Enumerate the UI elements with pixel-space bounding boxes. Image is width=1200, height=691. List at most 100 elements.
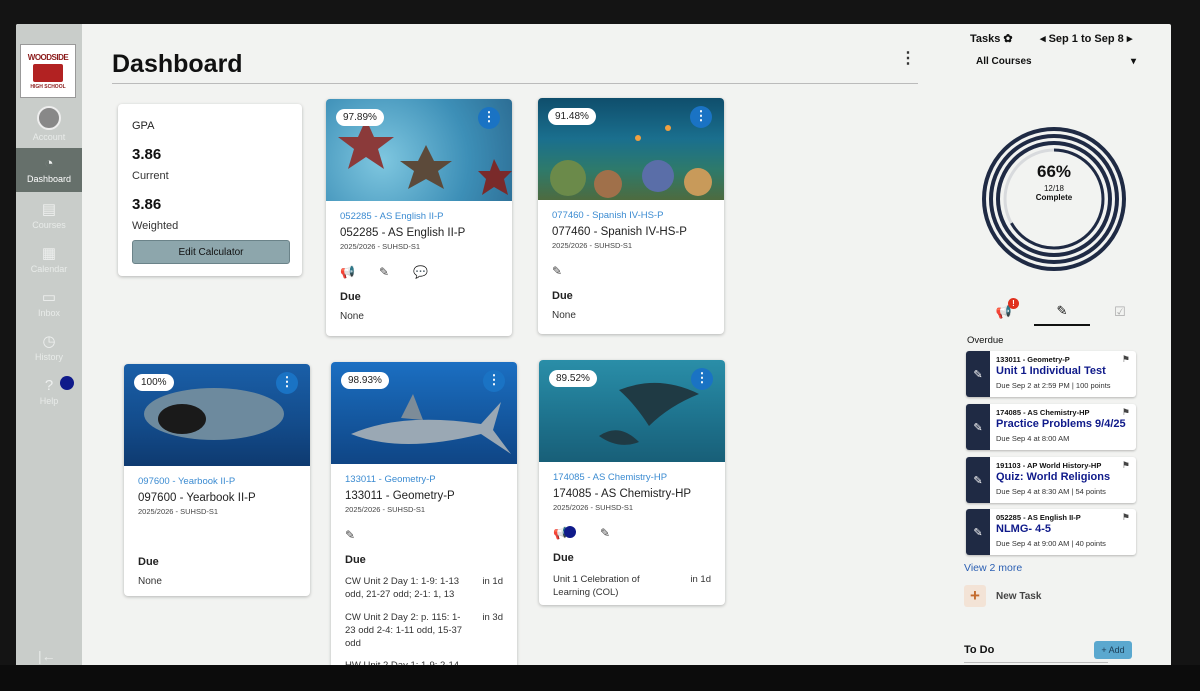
due-task[interactable]: CW Unit 2 Day 1: 1-9: 1-13 odd, 21-27 od…: [345, 575, 503, 602]
collapse-nav-icon[interactable]: |←: [38, 648, 56, 664]
due-label: Due: [552, 290, 573, 302]
help-notification-dot: [60, 376, 74, 390]
week-selector[interactable]: ◂ Sep 1 to Sep 8 ▸: [1040, 32, 1132, 45]
task-course: 052285 - AS English II-P: [996, 513, 1081, 522]
due-label: Due: [345, 554, 366, 566]
course-menu-icon[interactable]: ⋮: [691, 368, 713, 390]
course-menu-icon[interactable]: ⋮: [276, 372, 298, 394]
course-menu-icon[interactable]: ⋮: [483, 370, 505, 392]
title-divider: [112, 83, 918, 84]
dashboard-menu-icon[interactable]: ⋮: [900, 48, 916, 68]
announcement-icon[interactable]: 📢: [340, 265, 355, 279]
course-name: 052285 - AS English II-P: [340, 227, 466, 239]
new-task-label: New Task: [996, 590, 1042, 602]
due-task-title: CW Unit 2 Day 1: 1-9: 1-13 odd, 21-27 od…: [345, 576, 460, 601]
course-grade: 89.52%: [549, 370, 597, 387]
course-card-geometry[interactable]: 98.93% ⋮ 133011 - Geometry-P 133011 - Ge…: [331, 362, 517, 670]
logo-bottom-text: HIGH SCHOOL: [30, 83, 66, 90]
assignment-icon[interactable]: ✎: [552, 264, 562, 278]
course-card-chemistry[interactable]: 89.52% ⋮ 174085 - AS Chemistry-HP 174085…: [539, 360, 725, 605]
left-nav: WOODSIDE HIGH SCHOOL Account ◔ Dashboard…: [16, 24, 82, 670]
due-task[interactable]: CW Unit 2 Day 2: p. 115: 1-23 odd 2-4: 1…: [345, 611, 503, 651]
task-title: Quiz: World Religions: [996, 471, 1111, 483]
nav-help[interactable]: ? Help: [16, 370, 82, 414]
checked-calendar-icon: ☑: [1114, 304, 1126, 319]
course-menu-icon[interactable]: ⋮: [690, 106, 712, 128]
tab-completed[interactable]: ☑: [1092, 298, 1148, 326]
course-image-reef: 91.48% ⋮: [538, 98, 724, 200]
nav-account-label: Account: [32, 132, 66, 142]
school-logo[interactable]: WOODSIDE HIGH SCHOOL: [20, 44, 76, 98]
due-none: None: [340, 311, 364, 322]
progress-summary: 66% 12/18 Complete: [1012, 162, 1096, 202]
flag-icon[interactable]: ⚑: [1122, 512, 1130, 523]
course-card-yearbook[interactable]: 100% ⋮ 097600 - Yearbook II-P 097600 - Y…: [124, 364, 310, 596]
logo-mark: [33, 63, 63, 82]
due-none: None: [138, 576, 162, 587]
tab-assignments[interactable]: ✎: [1034, 298, 1090, 326]
chevron-down-icon: ▾: [1130, 56, 1136, 67]
discussion-icon[interactable]: 💬: [413, 265, 428, 279]
nav-history[interactable]: ◷ History: [16, 326, 82, 370]
view-more-link[interactable]: View 2 more: [964, 562, 1022, 574]
new-task-button[interactable]: + New Task: [964, 584, 1084, 608]
task-due: Due Sep 4 at 8:00 AM: [996, 434, 1070, 443]
monitor-bezel: [0, 665, 1200, 691]
course-link[interactable]: 174085 - AS Chemistry-HP: [553, 472, 711, 483]
tab-badge: !: [1008, 298, 1019, 309]
course-filter-select[interactable]: All Courses ▾: [976, 56, 1136, 67]
nav-inbox[interactable]: ▭ Inbox: [16, 282, 82, 326]
course-card-spanish[interactable]: 91.48% ⋮ 077460 - Spanish IV-HS-P 077460…: [538, 98, 724, 334]
tab-announcements[interactable]: 📢 !: [976, 298, 1032, 326]
todo-title: To Do: [964, 644, 995, 656]
assignment-icon[interactable]: ✎: [600, 526, 610, 540]
edit-calculator-button[interactable]: Edit Calculator: [132, 240, 290, 264]
flag-icon[interactable]: ⚑: [1122, 354, 1130, 365]
speedometer-icon: ◔: [44, 155, 54, 172]
nav-inbox-label: Inbox: [37, 308, 61, 318]
overdue-task-card[interactable]: ✎ 133011 - Geometry-P Unit 1 Individual …: [966, 351, 1136, 397]
course-menu-icon[interactable]: ⋮: [478, 107, 500, 129]
task-due: Due Sep 4 at 8:30 AM | 54 points: [996, 487, 1106, 496]
course-name: 097600 - Yearbook II-P: [138, 492, 256, 504]
course-name: 077460 - Spanish IV-HS-P: [552, 226, 687, 238]
flag-icon[interactable]: ⚑: [1122, 460, 1130, 471]
overdue-task-card[interactable]: ✎ 191103 - AP World History-HP Quiz: Wor…: [966, 457, 1136, 503]
overdue-label: Overdue: [967, 335, 1004, 346]
due-label: Due: [553, 552, 574, 564]
add-todo-button[interactable]: + Add: [1094, 641, 1132, 659]
nav-calendar[interactable]: ▦ Calendar: [16, 238, 82, 282]
overdue-task-card[interactable]: ✎ 174085 - AS Chemistry-HP Practice Prob…: [966, 404, 1136, 450]
nav-courses[interactable]: ▤ Courses: [16, 194, 82, 238]
unread-dot: [563, 526, 576, 538]
assignment-icon[interactable]: ✎: [345, 528, 355, 542]
tasks-title[interactable]: Tasks ✿: [970, 32, 1013, 45]
assignment-icon: ✎: [1056, 303, 1068, 318]
assignment-icon: ✎: [966, 351, 990, 397]
due-task[interactable]: Unit 1 Celebration of Learning (COL) in …: [553, 573, 711, 600]
nav-dashboard-label: Dashboard: [26, 174, 72, 184]
course-grade: 100%: [134, 374, 174, 391]
course-term: 2025/2026 - SUHSD-S1: [553, 503, 634, 512]
course-image-whale-shark: 100% ⋮: [124, 364, 310, 466]
task-title: Practice Problems 9/4/25: [996, 418, 1126, 430]
progress-count: 12/18: [1043, 184, 1065, 193]
task-due: Due Sep 4 at 9:00 AM | 40 points: [996, 539, 1106, 548]
nav-dashboard[interactable]: ◔ Dashboard: [16, 148, 82, 192]
course-term: 2025/2026 - SUHSD-S1: [340, 242, 421, 251]
course-filter-value: All Courses: [976, 56, 1032, 67]
task-title: NLMG- 4-5: [996, 523, 1051, 535]
course-name: 174085 - AS Chemistry-HP: [553, 488, 692, 500]
course-link[interactable]: 052285 - AS English II-P: [340, 211, 498, 222]
course-card-english[interactable]: 97.89% ⋮ 052285 - AS English II-P 052285…: [326, 99, 512, 336]
course-link[interactable]: 097600 - Yearbook II-P: [138, 476, 296, 487]
nav-courses-label: Courses: [32, 220, 66, 230]
flag-icon[interactable]: ⚑: [1122, 407, 1130, 418]
due-task-when: in 1d: [482, 576, 503, 587]
nav-account[interactable]: Account: [16, 102, 82, 146]
announcement-icon[interactable]: 📢: [553, 526, 576, 540]
course-link[interactable]: 133011 - Geometry-P: [345, 474, 503, 485]
assignment-icon[interactable]: ✎: [379, 265, 389, 279]
course-link[interactable]: 077460 - Spanish IV-HS-P: [552, 210, 710, 221]
overdue-task-card[interactable]: ✎ 052285 - AS English II-P NLMG- 4-5 Due…: [966, 509, 1136, 555]
